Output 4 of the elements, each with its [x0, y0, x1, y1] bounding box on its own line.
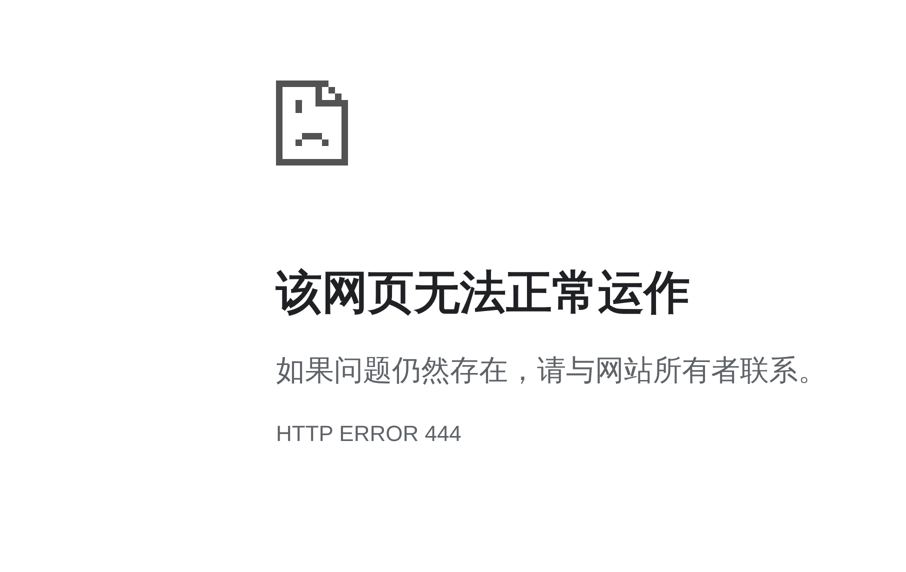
sad-document-icon	[276, 80, 348, 166]
error-code: HTTP ERROR 444	[276, 420, 462, 448]
error-heading: 该网页无法正常运作	[276, 264, 690, 320]
error-message: 如果问题仍然存在，请与网站所有者联系。	[276, 352, 827, 389]
